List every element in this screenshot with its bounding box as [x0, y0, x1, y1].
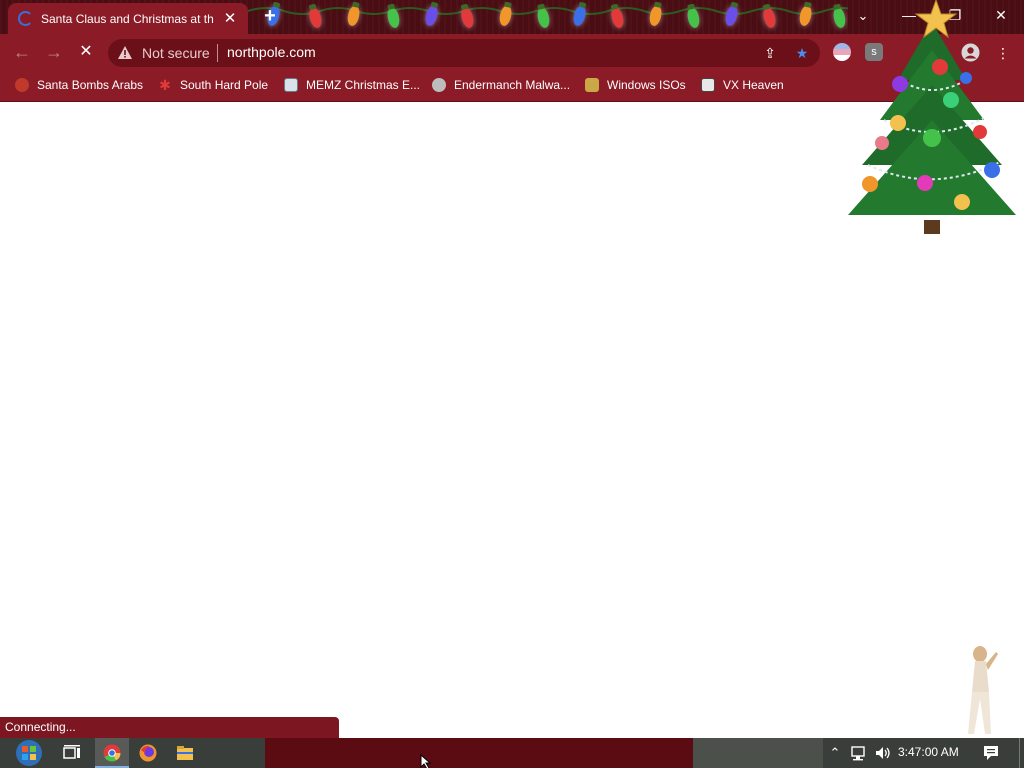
omnibox-divider — [217, 44, 218, 62]
bookmark-item[interactable]: MEMZ Christmas E... — [284, 76, 420, 94]
folder-figure-icon — [585, 78, 599, 92]
bookmark-item[interactable]: VX Heaven — [701, 76, 784, 94]
file-explorer-taskbar-button[interactable] — [170, 740, 200, 766]
mouse-pointer-icon — [420, 754, 432, 768]
bookmark-label: Endermanch Malwa... — [454, 78, 571, 92]
snowflake-icon: ✱ — [159, 77, 171, 93]
file-explorer-icon — [177, 746, 193, 760]
back-button[interactable]: ← — [10, 41, 34, 63]
warning-triangle-icon[interactable] — [117, 45, 133, 61]
new-tab-button[interactable]: + — [259, 6, 281, 28]
santa-icon — [15, 78, 29, 92]
bookmark-label: Windows ISOs — [607, 78, 686, 92]
stop-loading-button[interactable]: ✕ — [74, 41, 98, 63]
dancing-figure-decoration — [968, 646, 998, 734]
bookmark-item[interactable]: ✱ South Hard Pole — [158, 76, 268, 94]
taskbar-clock[interactable]: 3:47:00 AM — [898, 745, 959, 759]
bookmark-star-icon[interactable]: ★ — [793, 44, 811, 62]
forward-button[interactable]: → — [42, 41, 66, 63]
show-desktop-button[interactable] — [1019, 738, 1024, 768]
bookmark-item[interactable]: Santa Bombs Arabs — [15, 76, 143, 94]
taskbar-wallpaper-area — [265, 738, 693, 768]
task-view-button[interactable] — [57, 740, 87, 766]
bookmark-label: MEMZ Christmas E... — [306, 78, 421, 92]
volume-icon[interactable] — [874, 744, 892, 762]
christmas-tree-decoration — [848, 0, 1016, 234]
bookmark-label: Santa Bombs Arabs — [37, 78, 144, 92]
address-bar[interactable] — [108, 39, 820, 67]
bookmark-item[interactable]: Windows ISOs — [585, 76, 686, 94]
bookmark-label: South Hard Pole — [180, 78, 269, 92]
status-bubble: Connecting... — [0, 717, 339, 738]
task-view-icon — [63, 745, 80, 759]
firefox-icon — [139, 744, 157, 762]
show-hidden-icons-chevron-icon[interactable]: ⌃ — [826, 744, 844, 762]
firefox-taskbar-button[interactable] — [133, 740, 163, 766]
tab-title: Santa Claus and Christmas at the — [41, 11, 214, 26]
browser-tab-active[interactable]: Santa Claus and Christmas at the ✕ — [8, 3, 248, 34]
close-tab-icon[interactable]: ✕ — [222, 11, 238, 26]
share-icon[interactable]: ⇪ — [761, 44, 779, 62]
bookmark-label: VX Heaven — [723, 78, 784, 92]
raccoon-icon — [432, 78, 446, 92]
loading-spinner-icon — [18, 11, 33, 26]
network-icon[interactable] — [850, 744, 868, 762]
action-center-icon[interactable] — [982, 744, 1000, 762]
vx-icon — [701, 78, 715, 92]
memz-icon — [284, 78, 298, 92]
url-text[interactable]: northpole.com — [227, 44, 316, 60]
chrome-icon — [103, 744, 121, 762]
start-button[interactable] — [11, 738, 47, 768]
christmas-lights-decoration — [248, 0, 848, 34]
taskbar-tray-area — [693, 738, 823, 768]
chrome-taskbar-button[interactable] — [97, 740, 127, 766]
bookmark-item[interactable]: Endermanch Malwa... — [432, 76, 570, 94]
windows-orb-icon — [16, 740, 42, 766]
security-status-label[interactable]: Not secure — [142, 45, 210, 61]
